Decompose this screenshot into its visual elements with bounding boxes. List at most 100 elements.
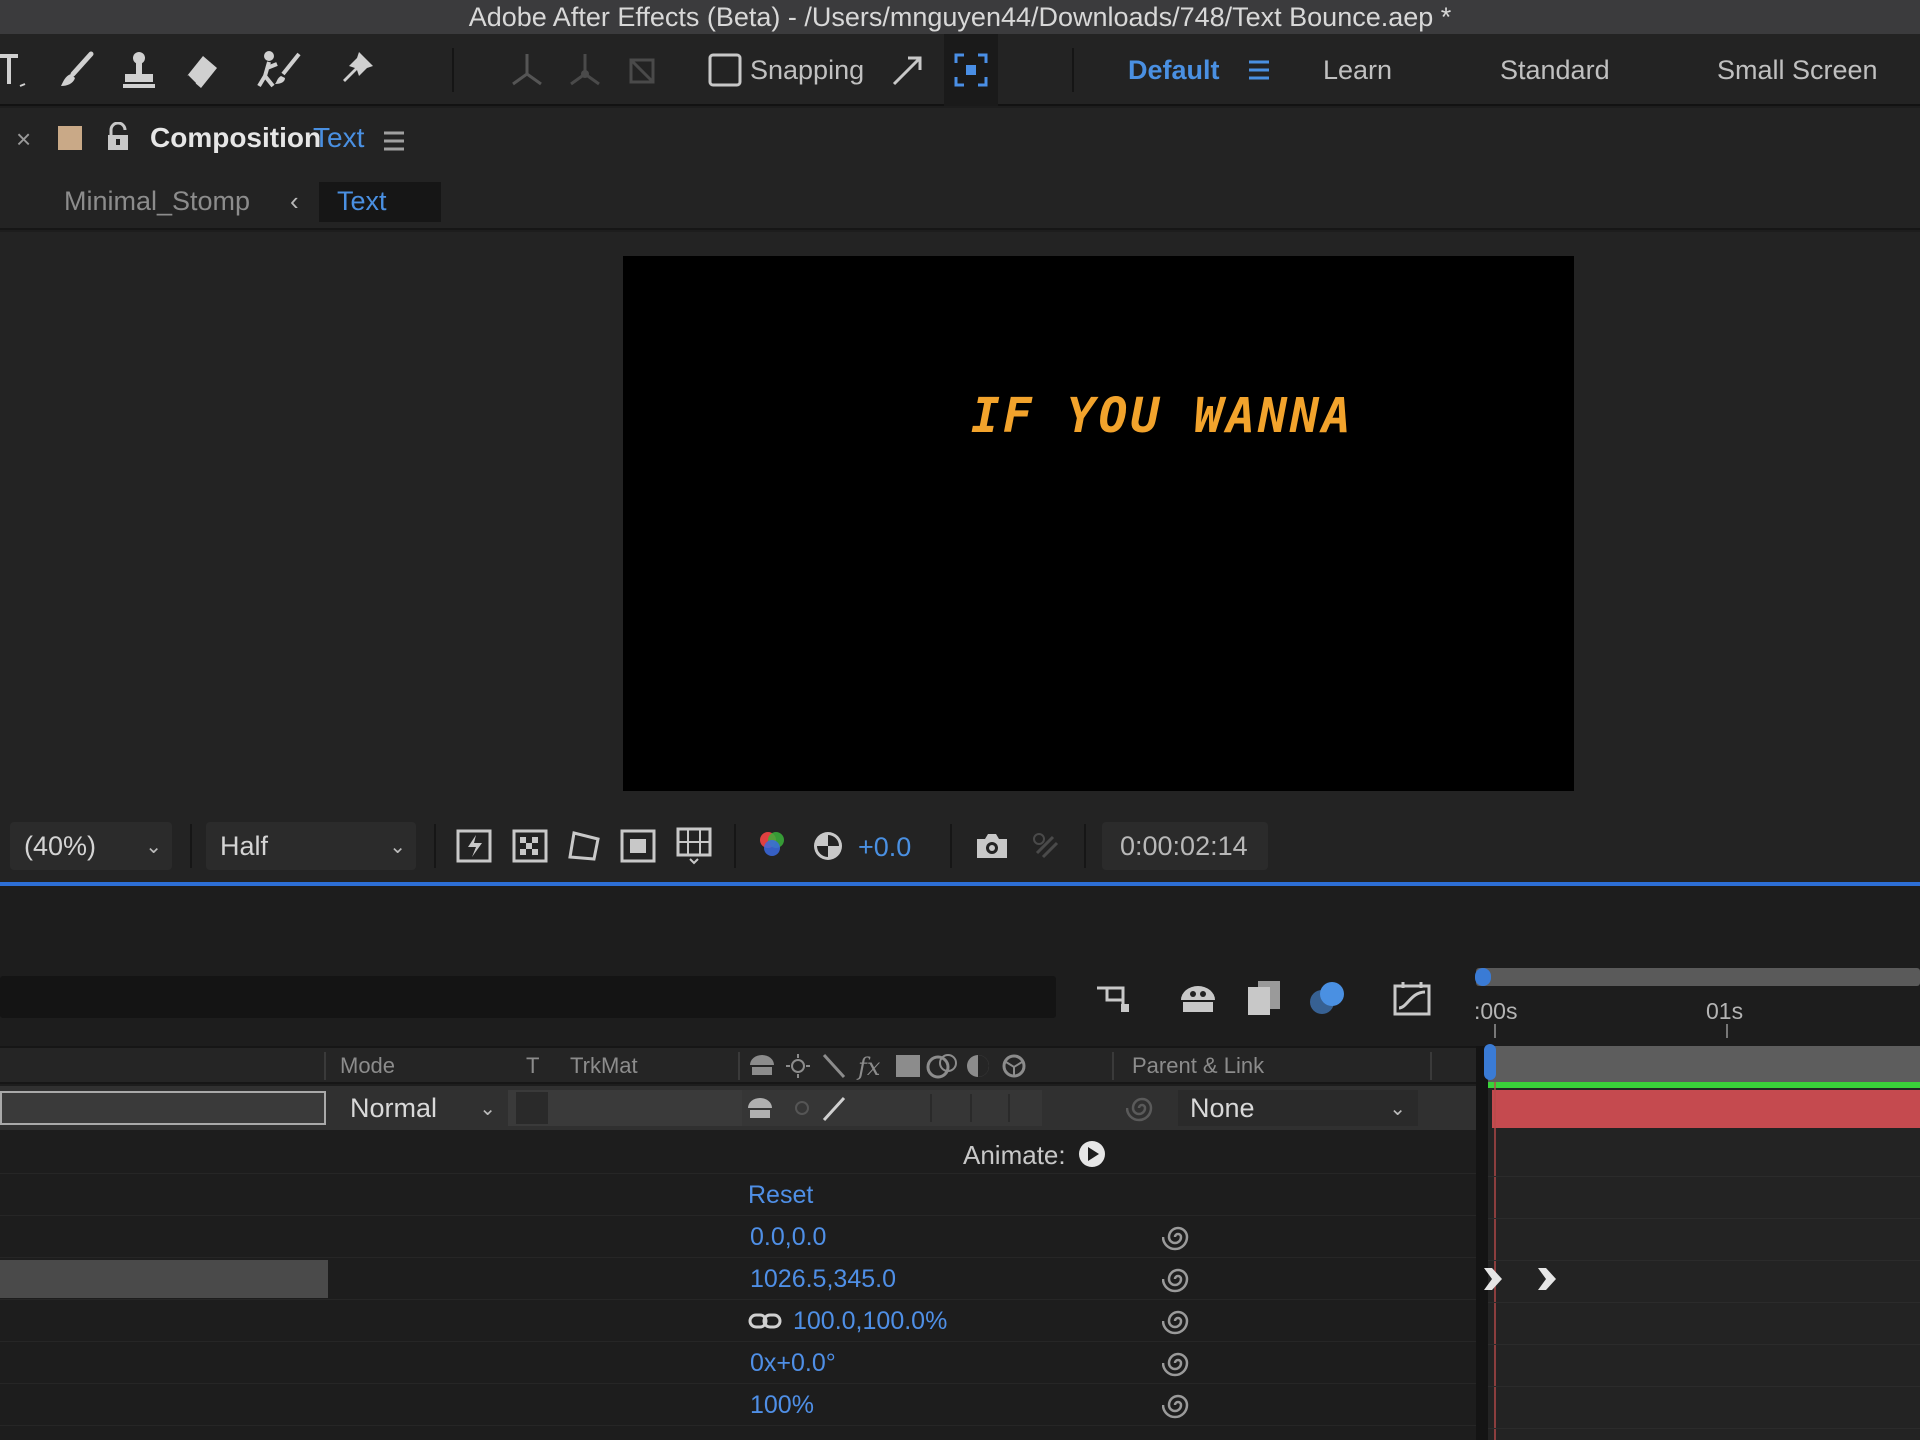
snapping-options-icon[interactable] (888, 34, 928, 106)
layer-row[interactable]: Normal ⌄ None ⌄ (0, 1086, 1476, 1130)
time-navigator-handle[interactable] (1475, 968, 1491, 986)
workspace-standard[interactable]: Standard (1500, 34, 1610, 106)
timeline-search-input[interactable] (0, 976, 1056, 1018)
column-mode[interactable]: Mode (340, 1048, 395, 1084)
resolution-dropdown[interactable]: Half ⌄ (206, 822, 416, 870)
composition-tab-label[interactable]: Composition (150, 122, 321, 154)
pick-whip-spiral-icon[interactable] (1161, 1305, 1194, 1337)
tools-toolbar: Snapping Default Learn Standard Small Sc… (0, 34, 1920, 106)
property-row-anchor-point: 0.0,0.0 (0, 1216, 1476, 1258)
exposure-value[interactable]: +0.0 (858, 832, 911, 863)
region-of-interest-icon[interactable] (616, 822, 660, 870)
svg-text:fx: fx (856, 1053, 881, 1081)
property-row-opacity: 100% (0, 1384, 1476, 1426)
view-axis-mode-icon[interactable] (620, 34, 666, 106)
graph-editor-icon[interactable] (1388, 974, 1436, 1022)
chevron-down-icon: ⌄ (1389, 1097, 1406, 1120)
work-area-bar[interactable] (1488, 1046, 1920, 1082)
breadcrumb-parent[interactable]: Minimal_Stomp (64, 186, 250, 217)
layer-switches (742, 1090, 1042, 1126)
parent-dropdown[interactable]: None ⌄ (1178, 1090, 1418, 1126)
breadcrumb-chevron-left-icon: ‹ (290, 186, 299, 216)
animate-row: Animate: (0, 1132, 1476, 1174)
brush-tool-icon[interactable] (52, 34, 102, 106)
comp-canvas[interactable]: IF YOU WANNA (623, 256, 1574, 791)
animate-label: Animate: (963, 1140, 1066, 1170)
workspace-small-screen[interactable]: Small Screen (1717, 34, 1878, 106)
selection-bounds-icon[interactable] (944, 34, 998, 106)
composition-viewer[interactable]: IF YOU WANNA (0, 232, 1920, 810)
eraser-tool-icon[interactable] (176, 34, 226, 106)
layer-duration-bar[interactable] (1492, 1090, 1920, 1128)
snapshot-camera-icon[interactable] (970, 822, 1014, 870)
layer-name-field[interactable] (0, 1091, 326, 1125)
color-channels-icon[interactable] (750, 822, 794, 870)
motion-blur-icon[interactable] (1304, 974, 1352, 1022)
comp-flowchart-icon[interactable] (1090, 974, 1138, 1022)
composition-panel-header: × Composition Text (0, 108, 1920, 174)
pick-whip-spiral-icon[interactable] (1125, 1092, 1158, 1129)
clone-stamp-tool-icon[interactable] (114, 34, 164, 106)
timeline-panel: :00s 01s Mode T TrkMat fx Parent & Link … (0, 886, 1920, 1440)
property-row-rotation: 0x+0.0° (0, 1342, 1476, 1384)
frame-blending-icon[interactable] (1240, 974, 1288, 1022)
current-time-indicator[interactable] (1484, 1044, 1496, 1080)
reset-exposure-icon[interactable] (806, 822, 850, 870)
constrain-proportions-link-icon[interactable] (748, 1310, 782, 1337)
grid-guides-icon[interactable] (672, 822, 716, 870)
puppet-pin-tool-icon[interactable] (330, 34, 380, 106)
scale-value[interactable]: 100.0,100.0% (793, 1300, 947, 1342)
fast-previews-icon[interactable] (452, 822, 496, 870)
resolution-value: Half (220, 830, 269, 861)
timecode-display[interactable]: 0:00:02:14 (1102, 822, 1268, 870)
show-snapshot-icon[interactable] (1024, 822, 1068, 870)
local-axis-mode-icon[interactable] (504, 34, 550, 106)
close-tab-icon[interactable]: × (16, 124, 31, 155)
property-row-scale: 100.0,100.0% (0, 1300, 1476, 1342)
cache-indicator (1488, 1082, 1920, 1088)
comp-color-swatch (58, 126, 82, 150)
transparency-grid-icon[interactable] (508, 822, 552, 870)
timeline-column-header: Mode T TrkMat fx Parent & Link (0, 1046, 1476, 1084)
rotation-value[interactable]: 0x+0.0° (750, 1342, 836, 1384)
chevron-down-icon: ⌄ (389, 835, 406, 858)
blend-mode-value: Normal (350, 1092, 438, 1123)
time-navigator-bar[interactable] (1476, 968, 1920, 986)
pick-whip-spiral-icon[interactable] (1161, 1347, 1194, 1379)
pick-whip-spiral-icon[interactable] (1161, 1389, 1194, 1421)
lock-icon[interactable] (104, 121, 132, 157)
column-trkmat[interactable]: TrkMat (570, 1048, 638, 1084)
viewer-footer-bar: (40%) ⌄ Half ⌄ +0.0 0:00:02:14 (0, 810, 1920, 882)
blend-mode-dropdown[interactable]: Normal ⌄ (350, 1090, 500, 1126)
parent-value: None (1190, 1092, 1255, 1123)
ruler-label-1s: 01s (1706, 998, 1744, 1024)
zoom-dropdown[interactable]: (40%) ⌄ (10, 822, 172, 870)
workspace-default[interactable]: Default (1128, 34, 1220, 106)
world-axis-mode-icon[interactable] (562, 34, 608, 106)
breadcrumb-current-box[interactable]: Text (319, 182, 441, 222)
animate-play-icon[interactable] (1078, 1140, 1106, 1173)
column-parent-link[interactable]: Parent & Link (1132, 1048, 1264, 1084)
snapping-checkbox[interactable] (708, 34, 742, 106)
position-value[interactable]: 1026.5,345.0 (750, 1258, 896, 1300)
panel-menu-icon[interactable] (382, 130, 406, 157)
reset-link[interactable]: Reset (748, 1174, 813, 1216)
window-title: Adobe After Effects (Beta) - /Users/mngu… (468, 1, 1452, 32)
canvas-text-layer[interactable]: IF YOU WANNA (971, 388, 1354, 444)
roto-brush-tool-icon[interactable] (252, 34, 308, 106)
keyframe-icon[interactable] (1480, 1266, 1506, 1297)
column-t[interactable]: T (526, 1048, 539, 1084)
composition-tab-name[interactable]: Text (313, 122, 364, 154)
trkmat-cell[interactable] (508, 1090, 742, 1126)
opacity-value[interactable]: 100% (750, 1384, 814, 1426)
pick-whip-spiral-icon[interactable] (1161, 1221, 1194, 1253)
shy-layers-icon[interactable] (1174, 974, 1222, 1022)
workspace-menu-icon[interactable] (1244, 34, 1274, 106)
keyframe-icon[interactable] (1534, 1266, 1560, 1297)
type-tool-icon[interactable] (0, 34, 30, 106)
snapping-label[interactable]: Snapping (750, 34, 864, 106)
pick-whip-spiral-icon[interactable] (1161, 1263, 1194, 1295)
workspace-learn[interactable]: Learn (1323, 34, 1392, 106)
anchor-point-value[interactable]: 0.0,0.0 (750, 1216, 826, 1258)
mask-visibility-icon[interactable] (562, 822, 606, 870)
